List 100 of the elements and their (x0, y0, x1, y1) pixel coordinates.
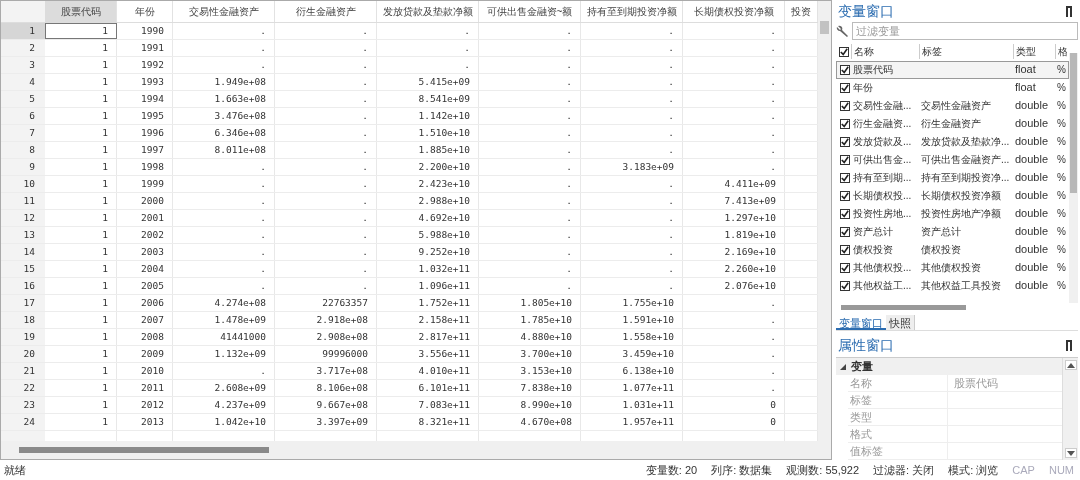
checkbox[interactable] (840, 82, 850, 93)
row-number[interactable]: 20 (1, 346, 45, 362)
checkbox[interactable] (840, 280, 850, 291)
list-cell-text: double (1014, 188, 1050, 204)
table-cell: 1 (45, 176, 117, 192)
row-number[interactable]: 21 (1, 363, 45, 379)
table-cell: 2006 (117, 295, 173, 311)
variable-row[interactable]: 其他债权投... 其他债权投资 double % (836, 258, 1069, 277)
table-cell: 0 (683, 414, 785, 430)
checkbox[interactable] (840, 118, 850, 129)
table-cell: 2.200e+10 (377, 159, 479, 175)
variable-row[interactable]: 发放贷款及... 发放贷款及垫款净... double % (836, 132, 1069, 151)
variable-row[interactable]: 资产总计 资产总计 double % (836, 222, 1069, 241)
vertical-scrollbar[interactable] (1069, 52, 1078, 303)
variable-row[interactable]: 投资性房地... 投资性房地产净额 double % (836, 204, 1069, 223)
table-cell: 4.692e+10 (377, 210, 479, 226)
row-number[interactable]: 23 (1, 397, 45, 413)
table-cell: . (479, 176, 581, 192)
list-cell-text: double (1014, 134, 1050, 150)
row-number[interactable]: 22 (1, 380, 45, 396)
row-number[interactable]: 15 (1, 261, 45, 277)
filter-field[interactable]: 过滤变量 (852, 22, 1078, 41)
table-cell: 6.138e+10 (581, 363, 683, 379)
table-cell: . (275, 261, 377, 277)
checkbox[interactable] (840, 244, 850, 255)
row-number[interactable]: 2 (1, 40, 45, 56)
row-number[interactable]: 16 (1, 278, 45, 294)
row-number[interactable]: 19 (1, 329, 45, 345)
table-cell: . (581, 40, 683, 56)
checkbox[interactable] (840, 136, 850, 147)
list-cell-text: 发放贷款及... (852, 135, 913, 150)
table-cell: 2.908e+08 (275, 329, 377, 345)
variable-row[interactable]: 衍生金融资... 衍生金融资产 double % (836, 114, 1069, 133)
row-number[interactable]: 5 (1, 91, 45, 107)
property-name: 格式 (848, 426, 948, 442)
checkbox[interactable] (840, 226, 850, 237)
table-cell: 1.031e+11 (581, 397, 683, 413)
row-number[interactable]: 11 (1, 193, 45, 209)
table-cell: 2.260e+10 (683, 261, 785, 277)
column-header[interactable]: 名称 (851, 44, 917, 60)
wrench-icon[interactable] (836, 24, 849, 38)
row-number[interactable]: 7 (1, 125, 45, 141)
row-number[interactable]: 4 (1, 74, 45, 90)
table-cell: . (581, 278, 683, 294)
pin-icon[interactable] (1066, 340, 1072, 352)
checkbox[interactable] (839, 46, 849, 57)
variable-row[interactable]: 长期债权投... 长期债权投资净额 double % (836, 186, 1069, 205)
checkbox[interactable] (840, 154, 850, 165)
checkbox[interactable] (840, 172, 850, 183)
row-number[interactable]: 6 (1, 108, 45, 124)
table-cell: 2.918e+08 (275, 312, 377, 328)
list-cell-text: 股票代码 (852, 63, 894, 78)
row-number[interactable]: 24 (1, 414, 45, 430)
variable-row[interactable]: 持有至到期... 持有至到期投资净... double % (836, 168, 1069, 187)
checkbox[interactable] (840, 100, 850, 111)
variable-row[interactable]: 交易性金融... 交易性金融资产 double % (836, 96, 1069, 115)
column-header[interactable]: 标签 (919, 44, 1011, 60)
table-cell: 4.880e+10 (479, 329, 581, 345)
table-cell: 1 (45, 380, 117, 396)
row-number[interactable]: 3 (1, 57, 45, 73)
list-cell-text: double (1014, 170, 1050, 186)
column-header[interactable]: 格 (1055, 44, 1067, 60)
row-number[interactable]: 17 (1, 295, 45, 311)
row-number[interactable]: 8 (1, 142, 45, 158)
table-cell: 3.556e+11 (377, 346, 479, 362)
variable-row[interactable]: 可供出售金... 可供出售金融资产... double % (836, 150, 1069, 169)
property-value: 股票代码 (953, 376, 999, 391)
list-cell-text: % (1056, 207, 1067, 222)
checkbox[interactable] (840, 208, 850, 219)
table-cell: 1.819e+10 (683, 227, 785, 243)
table-cell: 9.667e+08 (275, 397, 377, 413)
scroll-up-icon[interactable] (1064, 360, 1077, 370)
row-number[interactable]: 18 (1, 312, 45, 328)
row-number[interactable]: 10 (1, 176, 45, 192)
list-cell-text: 年份 (852, 81, 874, 96)
variable-row[interactable]: 年份 float % (836, 78, 1069, 97)
variable-row[interactable]: 债权投资 债权投资 double % (836, 240, 1069, 259)
variable-row[interactable]: 其他权益工... 其他权益工具投资 double % (836, 276, 1069, 295)
scroll-down-icon[interactable] (1064, 448, 1077, 458)
column-header[interactable]: 股票代码 (45, 1, 117, 22)
table-cell: . (275, 74, 377, 90)
row-number[interactable]: 9 (1, 159, 45, 175)
row-number[interactable]: 1 (1, 23, 45, 39)
checkbox[interactable] (840, 262, 850, 273)
table-cell: . (683, 57, 785, 73)
row-number[interactable]: 14 (1, 244, 45, 260)
table-cell: 2.076e+10 (683, 278, 785, 294)
row-number[interactable]: 12 (1, 210, 45, 226)
table-cell: 1 (45, 91, 117, 107)
expand-icon[interactable] (840, 363, 846, 370)
table-cell: . (275, 278, 377, 294)
panel-tab[interactable]: 快照 (886, 314, 915, 330)
table-cell: 1.077e+11 (581, 380, 683, 396)
column-header[interactable]: 类型 (1013, 44, 1053, 60)
checkbox[interactable] (840, 64, 850, 75)
checkbox[interactable] (840, 190, 850, 201)
variable-row[interactable]: 股票代码 float % (836, 60, 1069, 79)
row-number[interactable]: 13 (1, 227, 45, 243)
list-cell-text: % (1056, 135, 1067, 150)
pin-icon[interactable] (1066, 5, 1072, 17)
